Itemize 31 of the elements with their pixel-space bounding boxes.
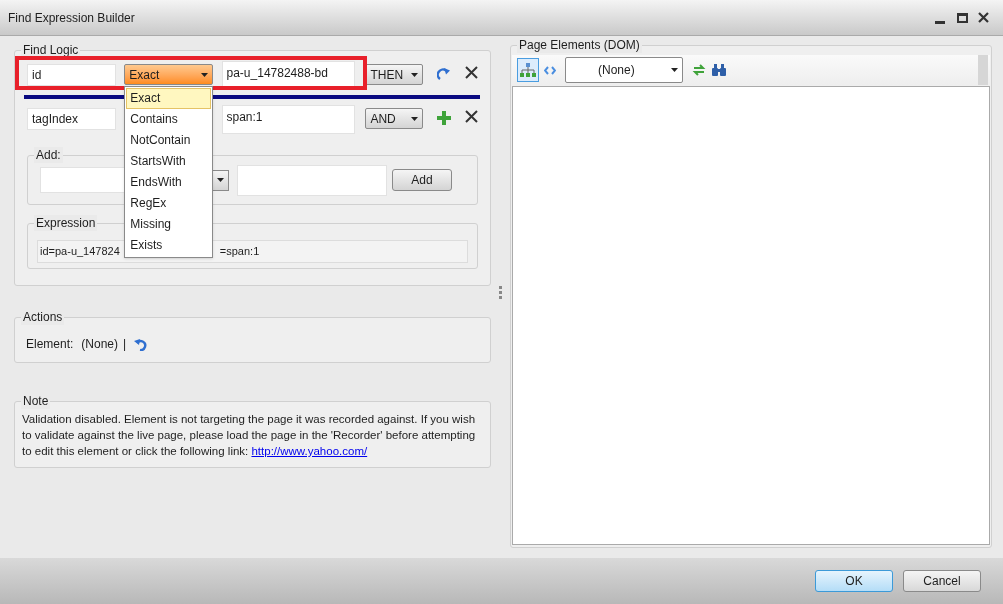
separator-text: | (123, 336, 127, 353)
dropdown-option[interactable]: RegEx (126, 193, 212, 214)
input-field[interactable]: id (27, 64, 117, 86)
operator-dropdown[interactable]: AND (365, 108, 423, 129)
add-button[interactable]: Add (392, 169, 452, 191)
dropdown-option[interactable]: Missing (126, 214, 212, 235)
input-field[interactable]: span:1 (221, 105, 356, 134)
note-text: Validation disabled. Element is not targeting the page it was recorded against. If you wish to validate against the live page, please load the page in the 'Recorder' before attempting to edit this element or click the following link: http://www.yahoo.com/ (22, 412, 477, 459)
group-title: Expression (34, 215, 98, 231)
group-title: Actions (21, 309, 65, 325)
expression-text: =span:1 (219, 244, 260, 260)
group-title: Note (21, 393, 51, 409)
ok-button[interactable]: OK (815, 570, 893, 592)
dropdown-option[interactable]: Exists (126, 235, 212, 256)
element-label: Element: (26, 336, 74, 353)
dropdown-option[interactable]: Exact (126, 88, 212, 109)
operator-dropdown[interactable]: THEN (365, 64, 423, 85)
element-value: (None) (81, 336, 119, 353)
group-title: Page Elements (DOM) (517, 37, 642, 53)
expression-text: id=pa-u_147824 (40, 244, 120, 260)
input-field[interactable]: tagIndex (27, 108, 117, 130)
comparison-dropdown[interactable]: Exact (124, 64, 213, 85)
dropdown-option[interactable]: Contains (126, 109, 212, 130)
selector-dropdown[interactable]: (None) (565, 57, 683, 83)
dropdown-option[interactable]: StartsWith (126, 151, 212, 172)
dropdown-option[interactable]: EndsWith (126, 172, 212, 193)
group-title: Add: (34, 147, 63, 163)
link[interactable]: http://www.yahoo.com/ (251, 445, 368, 457)
dropdown-option[interactable]: NotContain (126, 130, 212, 151)
cancel-button[interactable]: Cancel (903, 570, 981, 592)
window-title: Find Expression Builder (8, 9, 135, 27)
